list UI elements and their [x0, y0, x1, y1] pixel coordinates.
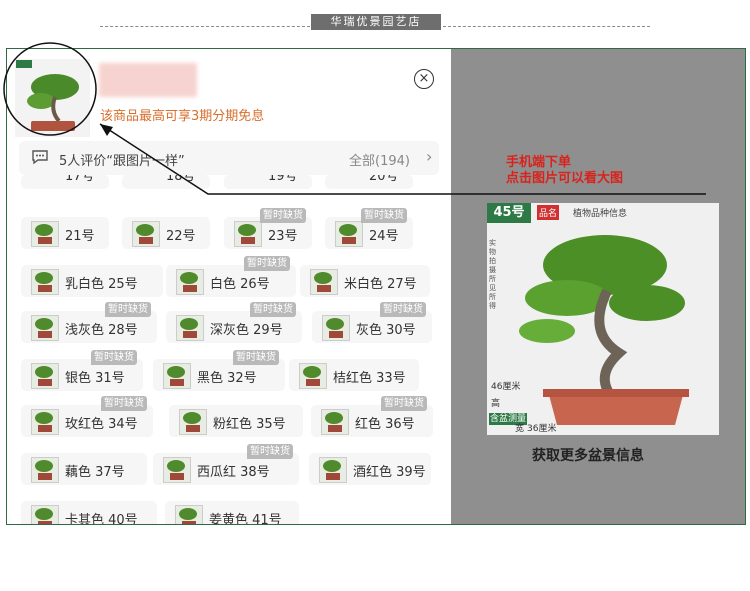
highlight-circle: [3, 42, 97, 136]
side-note: 实物拍摄 所见所得: [489, 239, 496, 310]
note-line-1: 手机端下单: [506, 155, 572, 170]
more-info-caption: 获取更多盆景信息: [532, 448, 644, 464]
width-value: 36厘米: [527, 424, 557, 434]
note-line-2: 点击图片可以看大图: [506, 171, 624, 186]
height-label: 高: [491, 399, 501, 409]
info-title: 植物品种信息: [573, 209, 628, 219]
name-tag: 品名: [537, 205, 560, 220]
variant-number: 45号: [487, 203, 531, 223]
width-label: 宽: [515, 424, 525, 434]
bonsai-photo: [487, 203, 719, 435]
arrow-head: [100, 124, 113, 136]
height-value: 46厘米: [491, 382, 521, 392]
bonsai-info-card[interactable]: 45号 品名 植物品种信息 实物拍摄 所见所得 46厘米 高 含盆测量 宽 36…: [487, 203, 719, 435]
mobile-order-note: 手机端下单 点击图片可以看大图: [506, 155, 623, 187]
